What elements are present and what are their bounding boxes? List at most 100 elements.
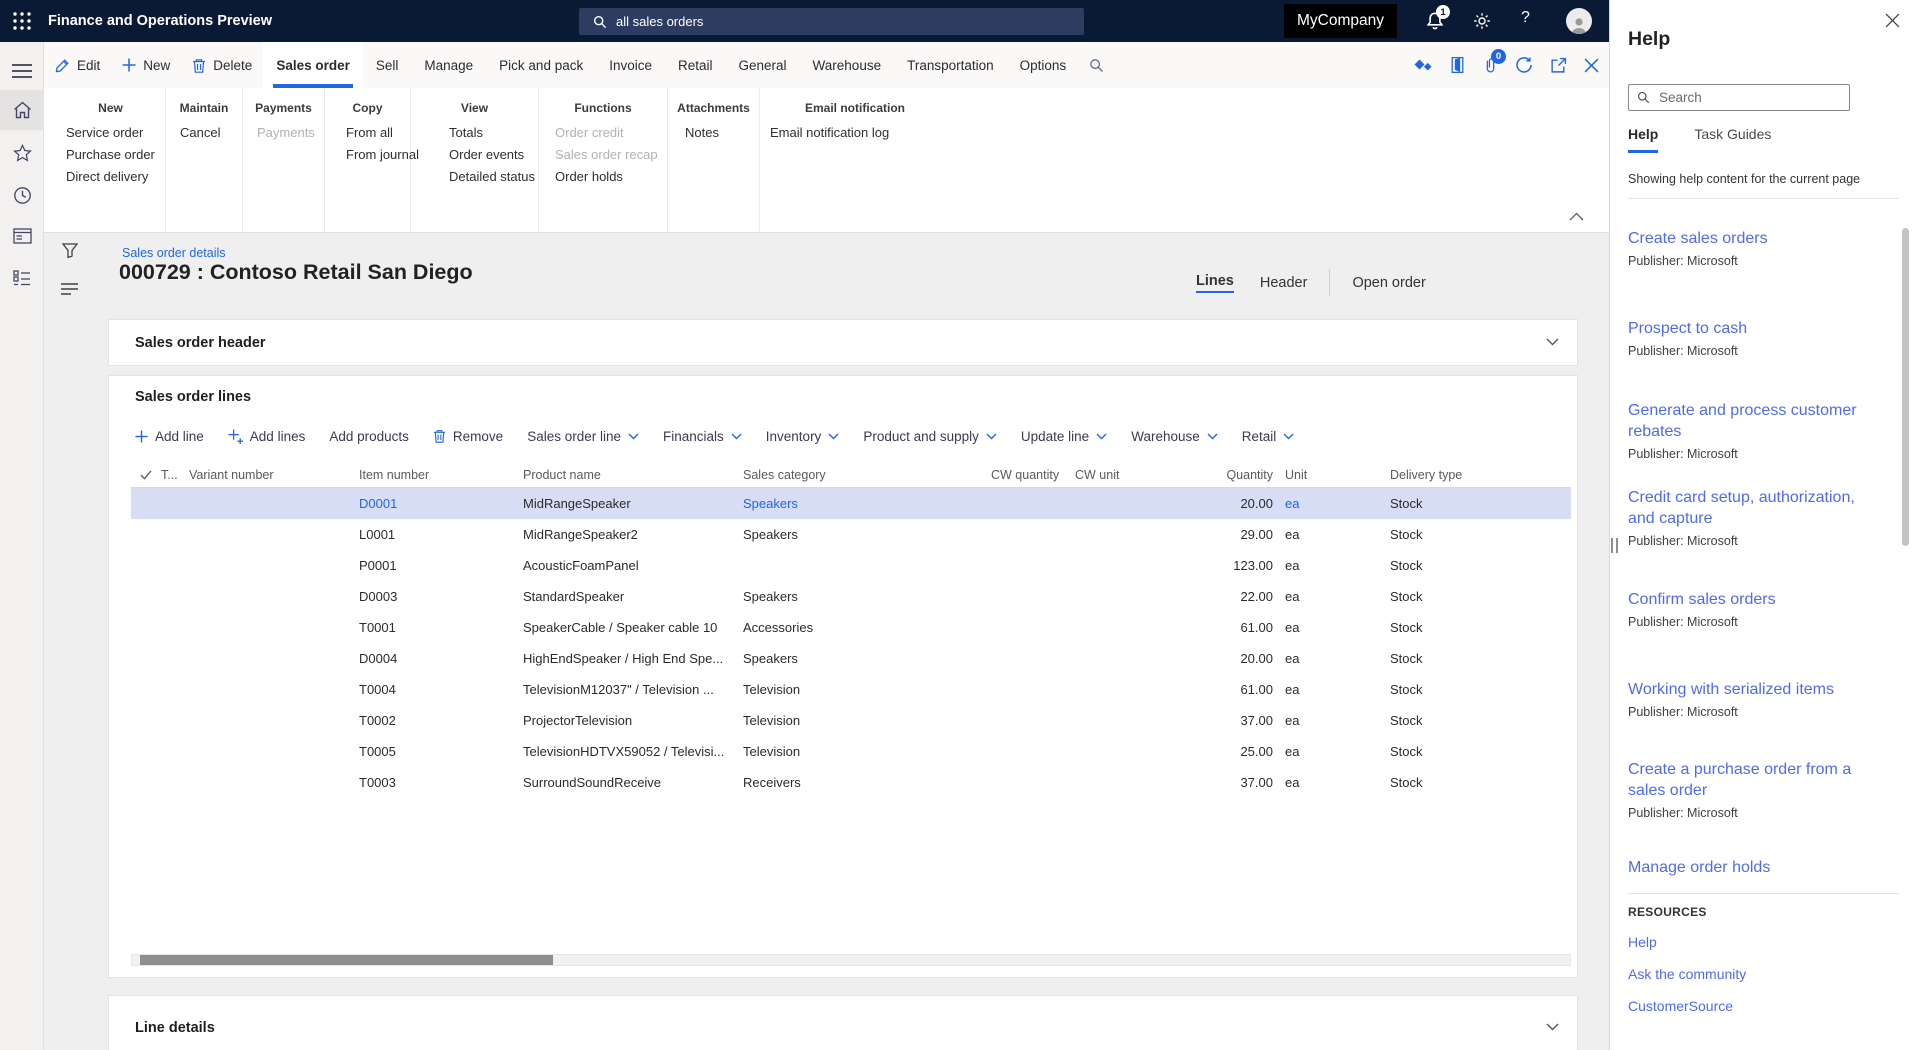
tab-general[interactable]: General xyxy=(726,42,800,88)
refresh-icon[interactable] xyxy=(1515,56,1533,74)
help-article-link[interactable]: Confirm sales orders xyxy=(1628,589,1880,610)
expand-line-details-chevron-icon[interactable] xyxy=(1546,1023,1559,1031)
close-help-icon[interactable] xyxy=(1885,13,1900,28)
close-workspace-icon[interactable] xyxy=(1584,58,1599,73)
cell-item-number[interactable]: D0001 xyxy=(359,496,523,511)
cell-unit[interactable]: ea xyxy=(1281,589,1386,604)
cell-item-number[interactable]: L0001 xyxy=(359,527,523,542)
toolbar-retail[interactable]: Retail xyxy=(1230,429,1307,444)
tab-sell[interactable]: Sell xyxy=(363,42,412,88)
cell-sales-category[interactable]: Speakers xyxy=(743,496,991,511)
cell-unit[interactable]: ea xyxy=(1281,775,1386,790)
new-button[interactable]: New xyxy=(111,42,181,88)
help-article-link[interactable]: Prospect to cash xyxy=(1628,318,1880,339)
help-article-link[interactable]: Create sales orders xyxy=(1628,228,1880,249)
actionbar-search-icon[interactable] xyxy=(1079,42,1114,88)
cell-unit[interactable]: ea xyxy=(1281,558,1386,573)
ribbon-item-detailed-status[interactable]: Detailed status xyxy=(411,166,538,188)
column-header-quantity[interactable]: Quantity xyxy=(1191,468,1281,482)
cell-unit[interactable]: ea xyxy=(1281,682,1386,697)
filter-icon[interactable] xyxy=(62,243,78,258)
help-article-link[interactable]: Manage order holds xyxy=(1628,857,1880,878)
table-row[interactable]: T0003 SurroundSoundReceive Receivers 37.00 e… xyxy=(131,767,1571,798)
tab-pick-and-pack[interactable]: Pick and pack xyxy=(486,42,596,88)
ribbon-item-purchase-order[interactable]: Purchase order xyxy=(56,144,165,166)
cell-sales-category[interactable]: Television xyxy=(743,744,991,759)
tab-transportation[interactable]: Transportation xyxy=(894,42,1007,88)
cell-sales-category[interactable]: Speakers xyxy=(743,589,991,604)
cell-item-number[interactable]: T0004 xyxy=(359,682,523,697)
resource-link-ask-the-community[interactable]: Ask the community xyxy=(1628,966,1746,982)
expand-header-chevron-icon[interactable] xyxy=(1546,338,1559,346)
tab-header[interactable]: Header xyxy=(1260,275,1308,291)
tab-warehouse[interactable]: Warehouse xyxy=(800,42,895,88)
cell-item-number[interactable]: D0004 xyxy=(359,651,523,666)
toolbar-update-line[interactable]: Update line xyxy=(1009,429,1119,444)
ribbon-item-email-notification-log[interactable]: Email notification log xyxy=(760,122,950,144)
cell-sales-category[interactable]: Receivers xyxy=(743,775,991,790)
help-tab-task-guides[interactable]: Task Guides xyxy=(1694,126,1771,153)
ribbon-item-from-journal[interactable]: From journal xyxy=(325,144,419,166)
help-search-box[interactable] xyxy=(1628,84,1850,111)
resource-link-help[interactable]: Help xyxy=(1628,934,1657,950)
table-row[interactable]: T0005 TelevisionHDTVX59052 / Televisi... T… xyxy=(131,736,1571,767)
tab-sales-order[interactable]: Sales order xyxy=(263,42,363,88)
ribbon-item-order-events[interactable]: Order events xyxy=(411,144,538,166)
cell-sales-category[interactable]: Television xyxy=(743,682,991,697)
column-header-variant-number[interactable]: Variant number xyxy=(189,468,359,482)
cell-unit[interactable]: ea xyxy=(1281,744,1386,759)
sidebar-item-modules-list-icon[interactable] xyxy=(0,259,44,297)
ribbon-item-from-all[interactable]: From all xyxy=(325,122,410,144)
table-row[interactable]: D0003 StandardSpeaker Speakers 22.00 ea Stock xyxy=(131,581,1571,612)
table-row[interactable]: P0001 AcousticFoamPanel 123.00 ea Stock xyxy=(131,550,1571,581)
column-header-cw-unit[interactable]: CW unit xyxy=(1071,468,1191,482)
table-row[interactable]: T0001 SpeakerCable / Speaker cable 10 Acce… xyxy=(131,612,1571,643)
hamburger-menu-icon[interactable] xyxy=(0,52,44,90)
table-row[interactable]: D0001 MidRangeSpeaker Speakers 20.00 ea Stock xyxy=(131,488,1571,519)
ribbon-item-order-holds[interactable]: Order holds xyxy=(539,166,667,188)
toolbar-sales-order-line[interactable]: Sales order line xyxy=(515,429,651,444)
edit-button[interactable]: Edit xyxy=(44,42,111,88)
sidebar-item-favorites-star-icon[interactable] xyxy=(0,134,44,172)
toolbar-add-line[interactable]: Add line xyxy=(131,429,216,444)
cell-item-number[interactable]: P0001 xyxy=(359,558,523,573)
tab-invoice[interactable]: Invoice xyxy=(596,42,665,88)
cell-sales-category[interactable]: Speakers xyxy=(743,527,991,542)
sparkle-copilot-icon[interactable] xyxy=(1413,58,1432,73)
global-search-box[interactable]: all sales orders xyxy=(579,8,1084,35)
toolbar-remove[interactable]: Remove xyxy=(421,429,515,444)
toolbar-add-lines[interactable]: Add lines xyxy=(216,429,318,444)
column-header-t[interactable]: T... xyxy=(161,468,189,482)
cell-sales-category[interactable]: Accessories xyxy=(743,620,991,635)
cell-unit[interactable]: ea xyxy=(1281,496,1386,511)
ribbon-item-cancel[interactable]: Cancel xyxy=(166,122,242,144)
toolbar-product-and-supply[interactable]: Product and supply xyxy=(851,429,1009,444)
column-header-sales-category[interactable]: Sales category xyxy=(743,468,991,482)
toolbar-warehouse[interactable]: Warehouse xyxy=(1119,429,1230,444)
help-article-link[interactable]: Create a purchase order from a sales ord… xyxy=(1628,759,1880,801)
sidebar-item-workspaces-icon[interactable] xyxy=(0,217,44,255)
cell-unit[interactable]: ea xyxy=(1281,620,1386,635)
sidebar-item-recent-clock-icon[interactable] xyxy=(0,176,44,214)
column-header-product-name[interactable]: Product name xyxy=(523,468,743,482)
cell-item-number[interactable]: T0002 xyxy=(359,713,523,728)
help-tab-help[interactable]: Help xyxy=(1628,126,1659,153)
office-book-icon[interactable] xyxy=(1449,56,1466,74)
attachments-paperclip-icon[interactable]: 0 xyxy=(1483,49,1506,74)
panel-resize-handle[interactable] xyxy=(1611,538,1618,553)
user-avatar[interactable] xyxy=(1566,8,1592,34)
table-row[interactable]: T0004 TelevisionM12037" / Television ... T… xyxy=(131,674,1571,705)
horizontal-scrollbar-thumb[interactable] xyxy=(140,955,553,965)
sidebar-item-home[interactable] xyxy=(0,90,44,130)
tab-manage[interactable]: Manage xyxy=(411,42,486,88)
help-question-icon[interactable]: ? xyxy=(1521,9,1530,27)
list-pane-icon[interactable] xyxy=(61,283,78,295)
cell-item-number[interactable]: D0003 xyxy=(359,589,523,604)
toolbar-inventory[interactable]: Inventory xyxy=(754,429,852,444)
table-row[interactable]: D0004 HighEndSpeaker / High End Spe... Spe… xyxy=(131,643,1571,674)
cell-sales-category[interactable]: Television xyxy=(743,713,991,728)
help-article-link[interactable]: Generate and process customer rebates xyxy=(1628,400,1880,442)
tab-options[interactable]: Options xyxy=(1007,42,1080,88)
cell-item-number[interactable]: T0005 xyxy=(359,744,523,759)
table-row[interactable]: T0002 ProjectorTelevision Television 37.00 e… xyxy=(131,705,1571,736)
